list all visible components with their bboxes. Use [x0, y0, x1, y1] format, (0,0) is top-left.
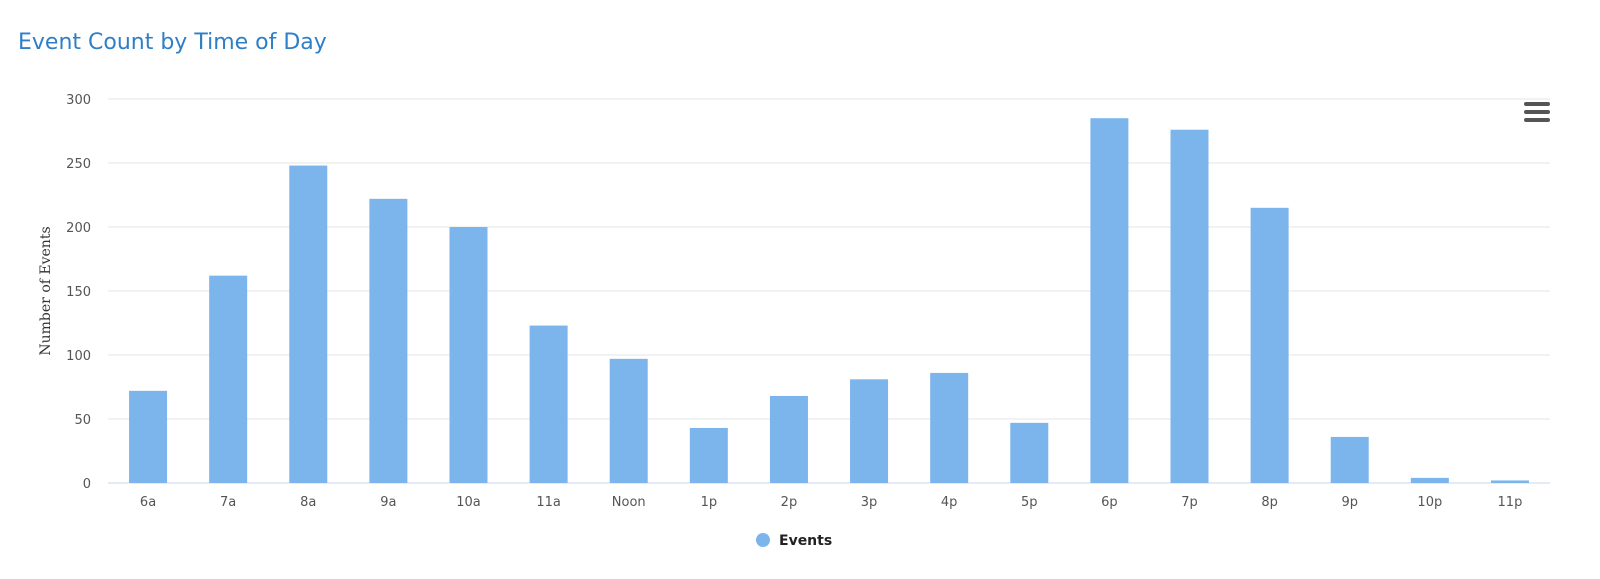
x-tick-label: 5p [1021, 495, 1038, 510]
x-tick-label: 11a [536, 495, 561, 510]
x-tick-label: 1p [701, 495, 718, 510]
y-tick-label: 200 [66, 221, 91, 236]
y-axis-label: Number of Events [38, 226, 54, 355]
y-tick-label: 100 [66, 349, 91, 364]
y-tick-label: 150 [66, 285, 91, 300]
y-axis-ticks: 0 50 100 150 200 250 300 [66, 93, 91, 492]
bar[interactable] [1090, 118, 1129, 483]
bar[interactable] [1330, 436, 1369, 483]
bar-chart: 0 50 100 150 200 250 300 6a 7a 8a 9a 10a 11a Noon 1p 2… [38, 93, 1550, 549]
y-tick-label: 250 [66, 157, 91, 172]
x-tick-label: 9p [1341, 495, 1358, 510]
bar[interactable] [289, 165, 328, 483]
x-axis-ticks: 6a 7a 8a 9a 10a 11a Noon 1p 2p 3p 4p 5p 6p 7p 8p 9p 10p 1… [140, 495, 1522, 510]
y-tick-label: 50 [74, 413, 91, 428]
x-tick-label: Noon [612, 495, 646, 510]
x-tick-label: 10a [456, 495, 481, 510]
legend[interactable]: Events [756, 533, 832, 549]
bar[interactable] [1010, 422, 1049, 483]
legend-item-events[interactable]: Events [779, 533, 832, 549]
bar[interactable] [209, 275, 248, 483]
x-tick-label: 9a [380, 495, 396, 510]
x-tick-label: 8a [300, 495, 316, 510]
x-tick-label: 6p [1101, 495, 1118, 510]
x-tick-label: 11p [1498, 495, 1523, 510]
legend-swatch [756, 533, 770, 547]
bar[interactable] [1490, 480, 1529, 483]
bar[interactable] [930, 372, 969, 483]
x-tick-label: 3p [861, 495, 878, 510]
bar[interactable] [449, 227, 488, 483]
x-tick-label: 10p [1417, 495, 1442, 510]
x-tick-label: 7a [220, 495, 236, 510]
y-tick-label: 0 [83, 477, 91, 492]
bar[interactable] [1170, 129, 1209, 483]
y-tick-label: 300 [66, 93, 91, 108]
bar[interactable] [1250, 207, 1289, 484]
x-tick-label: 8p [1261, 495, 1278, 510]
bar[interactable] [609, 358, 648, 483]
bar[interactable] [850, 379, 889, 483]
bar[interactable] [369, 198, 408, 483]
x-tick-label: 4p [941, 495, 958, 510]
bar[interactable] [129, 390, 168, 483]
bar[interactable] [769, 395, 808, 483]
bar[interactable] [529, 325, 568, 483]
bar[interactable] [1410, 477, 1449, 483]
bars [129, 118, 1529, 484]
x-tick-label: 6a [140, 495, 156, 510]
x-tick-label: 2p [781, 495, 798, 510]
x-tick-label: 7p [1181, 495, 1198, 510]
bar[interactable] [689, 427, 728, 483]
